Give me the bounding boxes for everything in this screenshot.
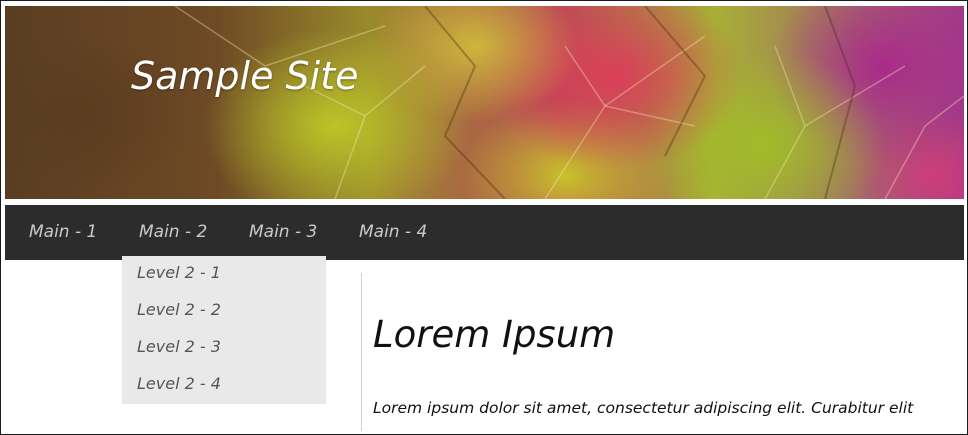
autumn-leaves-image bbox=[174, 6, 964, 199]
submenu-item-level-2-1[interactable]: Level 2 - 1 bbox=[137, 263, 221, 282]
content-divider bbox=[361, 273, 362, 431]
body-paragraph: Lorem ipsum dolor sit amet, consectetur … bbox=[373, 399, 914, 417]
nav-item-main-4[interactable]: Main - 4 bbox=[359, 222, 427, 242]
nav-item-main-2[interactable]: Main - 2 bbox=[139, 222, 207, 242]
page-heading: Lorem Ipsum bbox=[373, 313, 616, 356]
submenu-item-level-2-2[interactable]: Level 2 - 2 bbox=[137, 300, 221, 319]
submenu-item-level-2-4[interactable]: Level 2 - 4 bbox=[137, 374, 221, 393]
header-banner: Sample Site bbox=[5, 6, 964, 199]
browser-page: Sample Site Main - 1 Main - 2 Main - 3 M… bbox=[0, 0, 968, 435]
submenu-dropdown: Level 2 - 1 Level 2 - 2 Level 2 - 3 Leve… bbox=[122, 256, 326, 404]
nav-item-main-3[interactable]: Main - 3 bbox=[249, 222, 317, 242]
main-nav: Main - 1 Main - 2 Main - 3 Main - 4 bbox=[5, 205, 964, 260]
site-title[interactable]: Sample Site bbox=[131, 54, 359, 98]
submenu-item-level-2-3[interactable]: Level 2 - 3 bbox=[137, 337, 221, 356]
nav-item-main-1[interactable]: Main - 1 bbox=[29, 222, 97, 242]
